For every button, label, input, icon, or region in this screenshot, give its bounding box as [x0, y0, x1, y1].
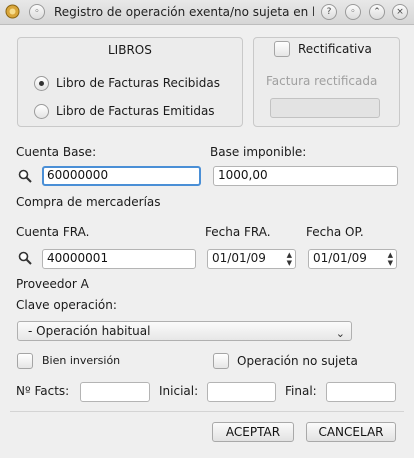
maximize-icon[interactable]: ⌃ [369, 4, 385, 20]
final-input[interactable] [326, 382, 396, 402]
operacion-no-sujeta-label: Operación no sujeta [237, 354, 358, 368]
fecha-op-value: 01/01/09 [313, 251, 367, 265]
fecha-fra-spinbox[interactable]: 01/01/09 ▲ ▼ [207, 249, 296, 269]
fecha-fra-value: 01/01/09 [212, 251, 266, 265]
fecha-op-label: Fecha OP. [306, 225, 364, 239]
cuenta-fra-description: Proveedor A [16, 277, 89, 291]
label-facturas-recibidas: Libro de Facturas Recibidas [56, 76, 220, 90]
factura-rectificada-input[interactable] [270, 98, 380, 118]
radio-facturas-recibidas[interactable] [34, 76, 49, 91]
cuenta-base-input[interactable]: 60000000 [42, 166, 201, 186]
window-menu-icon[interactable]: ◦ [29, 4, 45, 20]
final-label: Final: [285, 384, 317, 398]
chevron-down-icon: ⌄ [335, 327, 345, 340]
fecha-op-spinbox[interactable]: 01/01/09 ▲ ▼ [308, 249, 397, 269]
rectificativa-label: Rectificativa [298, 42, 372, 56]
cuenta-base-label: Cuenta Base: [16, 145, 97, 159]
bien-inversion-checkbox[interactable] [17, 353, 33, 369]
base-imponible-input[interactable]: 1000,00 [213, 166, 398, 186]
inicial-label: Inicial: [159, 384, 199, 398]
spin-arrows-icon[interactable]: ▲ ▼ [287, 251, 292, 267]
libros-title: LIBROS [108, 43, 152, 57]
window-title: Registro de operación exenta/no sujeta e… [54, 5, 314, 19]
search-icon[interactable] [17, 168, 33, 184]
search-icon[interactable] [17, 250, 33, 266]
help-icon[interactable]: ? [321, 4, 337, 20]
clave-operacion-select[interactable]: - Operación habitual ⌄ [17, 321, 352, 341]
fecha-fra-label: Fecha FRA. [205, 225, 271, 239]
label-facturas-emitidas: Libro de Facturas Emitidas [56, 104, 215, 118]
spin-arrows-icon[interactable]: ▲ ▼ [388, 251, 393, 267]
clave-operacion-label: Clave operación: [16, 298, 117, 312]
cuenta-base-description: Compra de mercaderías [16, 195, 161, 209]
aceptar-button[interactable]: ACEPTAR [212, 422, 294, 442]
n-facts-input[interactable] [80, 382, 150, 402]
operacion-no-sujeta-checkbox[interactable] [213, 353, 229, 369]
n-facts-label: Nº Facts: [16, 384, 70, 398]
cuenta-fra-label: Cuenta FRA. [16, 225, 90, 239]
separator [10, 411, 404, 412]
base-imponible-label: Base imponible: [210, 145, 307, 159]
clave-operacion-value: - Operación habitual [28, 324, 151, 338]
cancelar-button[interactable]: CANCELAR [306, 422, 396, 442]
close-icon[interactable]: × [392, 4, 408, 20]
radio-facturas-emitidas[interactable] [34, 104, 49, 119]
app-icon [5, 4, 20, 19]
rectificativa-checkbox[interactable] [274, 41, 290, 57]
shade-icon[interactable]: ◦ [345, 4, 361, 20]
inicial-input[interactable] [207, 382, 276, 402]
factura-rectificada-label: Factura rectificada [266, 74, 378, 88]
cuenta-fra-input[interactable]: 40000001 [42, 249, 196, 269]
bien-inversion-label: Bien inversión [42, 354, 121, 367]
